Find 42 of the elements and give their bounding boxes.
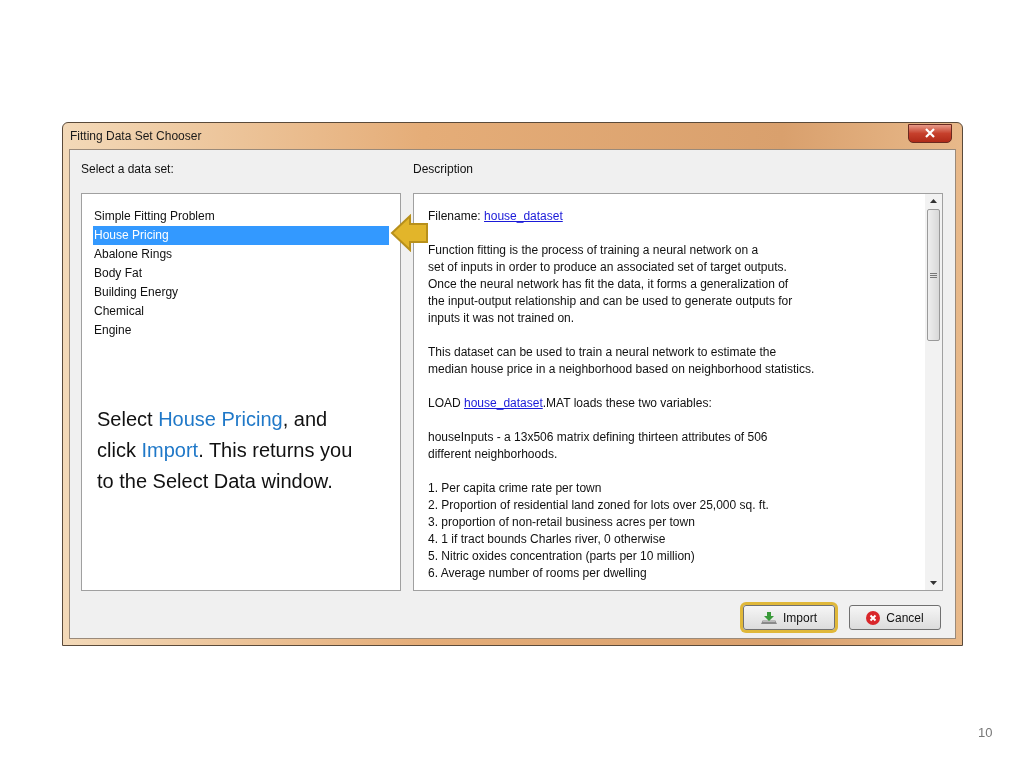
description-text: Once the neural network has fit the data, it forms a generalization of [428, 276, 789, 293]
vertical-scrollbar[interactable] [925, 194, 942, 590]
import-icon [761, 611, 777, 624]
scroll-up-icon [930, 199, 937, 203]
dataset-item[interactable]: Chemical [93, 302, 389, 321]
description-text: 6. Average number of rooms per dwelling [428, 565, 647, 582]
dataset-item[interactable]: Engine [93, 321, 389, 340]
pointer-arrow [390, 214, 429, 252]
description-text: Function fitting is the process of training a neural network on a [428, 242, 759, 259]
description-label: Description [413, 162, 475, 178]
description-text: Filename: house_dataset [428, 208, 563, 225]
list-label: Select a data set: [81, 162, 175, 178]
description-text: 3. proportion of non-retail business acres per town [428, 514, 695, 531]
grip-icon [930, 272, 937, 278]
import-button[interactable]: Import [743, 605, 835, 630]
description-text: different neighborhoods. [428, 446, 558, 463]
dataset-item[interactable]: Simple Fitting Problem [93, 207, 389, 226]
cancel-button[interactable]: Cancel [849, 605, 941, 630]
scroll-down-icon [930, 581, 937, 585]
description-text: 5. Nitric oxides concentration (parts per 10 million) [428, 548, 695, 565]
description-text: the input-output relationship and can be used to generate outputs for [428, 293, 793, 310]
instruction-text: Select House Pricing, and click Import. This returns you to the Select Data window. [97, 407, 354, 494]
description-text: This dataset can be used to train a neural network to estimate the [428, 344, 777, 361]
dataset-item[interactable]: Building Energy [93, 283, 389, 302]
dataset-item[interactable]: Abalone Rings [93, 245, 389, 264]
description-text: 1. Per capita crime rate per town [428, 480, 602, 497]
cancel-icon [866, 610, 881, 625]
description-text: inputs it was not trained on. [428, 310, 575, 327]
close-button[interactable] [908, 123, 952, 143]
file-link[interactable]: house_dataset [464, 396, 543, 410]
close-icon [925, 128, 935, 138]
description-text: 2. Proportion of residential land zoned for lots over 25,000 sq. ft. [428, 497, 769, 514]
description-text: houseInputs - a 13x506 matrix defining thirteen attributes of 506 [428, 429, 768, 446]
file-link[interactable]: house_dataset [484, 209, 563, 223]
description-text: LOAD house_dataset.MAT loads these two variables: [428, 395, 712, 412]
description-text: 4. 1 if tract bounds Charles river, 0 otherwise [428, 531, 666, 548]
page-number: 10 [978, 725, 993, 740]
window-title: Fitting Data Set Chooser [70, 129, 202, 143]
scroll-thumb[interactable] [927, 209, 940, 341]
description-text: set of inputs in order to produce an associated set of target outputs. [428, 259, 787, 276]
description-text: median house price in a neighborhood based on neighborhood statistics. [428, 361, 815, 378]
dataset-item[interactable]: Body Fat [93, 264, 389, 283]
